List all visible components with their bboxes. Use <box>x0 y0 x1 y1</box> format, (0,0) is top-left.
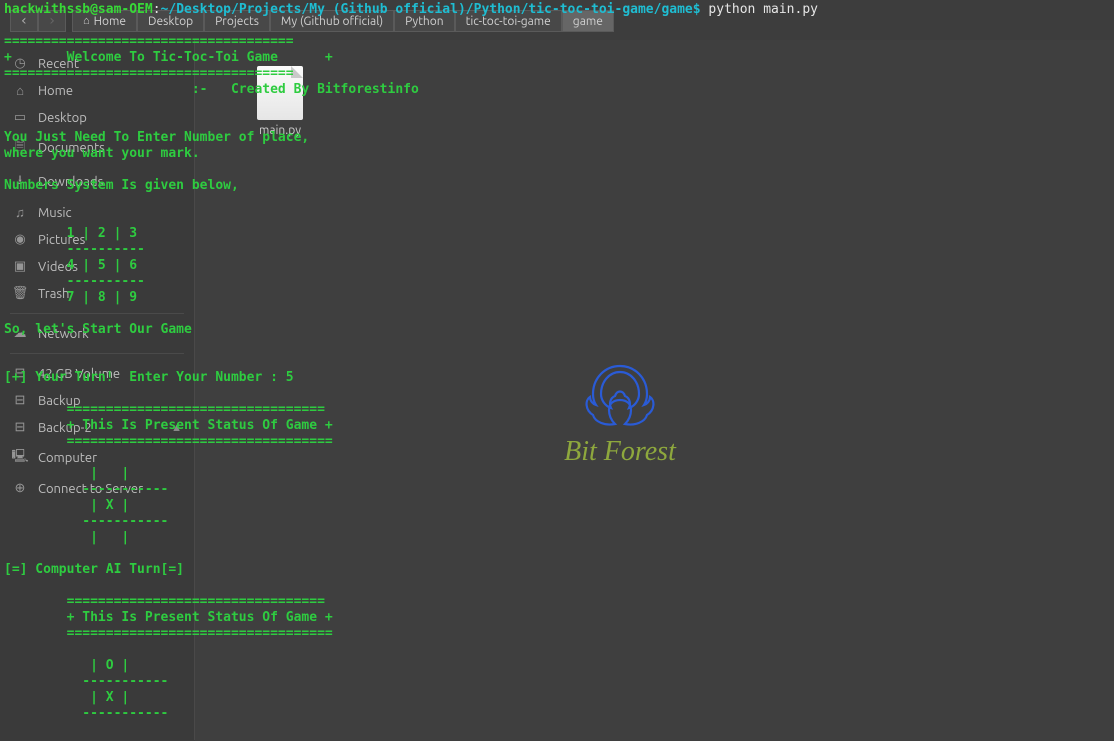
camera-icon: ◉ <box>12 232 28 247</box>
content-pane[interactable]: main.py <box>195 40 1114 741</box>
file-name: main.py <box>245 124 315 137</box>
sidebar-item-pictures[interactable]: ◉Pictures <box>0 226 194 253</box>
sidebar-item-recent[interactable]: ◷Recent <box>0 50 194 77</box>
video-icon: ▣ <box>12 259 28 274</box>
home-icon: ⌂ <box>83 15 90 27</box>
sidebar-item-music[interactable]: ♫Music <box>0 199 194 226</box>
sidebar-item-trash[interactable]: 🗑Trash <box>0 280 194 307</box>
sidebar-item-volume[interactable]: ⊟42 GB Volume <box>0 360 194 387</box>
sidebar-item-downloads[interactable]: ⭳Downloads <box>0 165 194 199</box>
breadcrumb-label: Home <box>94 15 126 28</box>
breadcrumb-item-active[interactable]: game <box>562 10 614 32</box>
breadcrumb-item[interactable]: Python <box>394 10 455 32</box>
breadcrumb-item[interactable]: Projects <box>204 10 270 32</box>
trash-icon: 🗑 <box>12 286 28 301</box>
separator <box>10 353 184 354</box>
sidebar-item-desktop[interactable]: ▭Desktop <box>0 104 194 131</box>
folder-icon: ▭ <box>12 110 28 125</box>
download-icon: ⭳ <box>12 171 28 193</box>
network-icon: ☁ <box>12 326 28 341</box>
network-icon: ⊕ <box>12 481 28 496</box>
sidebar-item-backup[interactable]: ⊟Backup <box>0 387 194 414</box>
disk-icon: ⊟ <box>12 420 28 435</box>
home-icon: ⌂ <box>12 83 28 98</box>
sidebar-item-computer[interactable]: 🖳Computer <box>0 441 194 475</box>
nav-back-button[interactable]: ‹ <box>10 10 38 32</box>
sidebar: ◷Recent ⌂Home ▭Desktop 🗎Documents ⭳Downl… <box>0 40 195 740</box>
sidebar-item-videos[interactable]: ▣Videos <box>0 253 194 280</box>
sidebar-item-network[interactable]: ☁Network <box>0 320 194 347</box>
disk-icon: ⊟ <box>12 366 28 381</box>
toolbar: ‹ › ⌂ Home Desktop Projects My (Github o… <box>10 10 614 32</box>
breadcrumb-item[interactable]: Desktop <box>137 10 204 32</box>
file-item[interactable]: main.py <box>245 66 315 137</box>
eject-icon[interactable]: ▲ <box>171 422 182 434</box>
separator <box>10 313 184 314</box>
file-manager-window: ‹ › ⌂ Home Desktop Projects My (Github o… <box>0 0 1114 741</box>
sidebar-item-documents[interactable]: 🗎Documents <box>0 131 194 165</box>
computer-icon: 🖳 <box>12 447 28 469</box>
breadcrumb-item[interactable]: My (Github official) <box>270 10 394 32</box>
music-icon: ♫ <box>12 205 28 220</box>
nav-forward-button[interactable]: › <box>38 10 66 32</box>
sidebar-item-home[interactable]: ⌂Home <box>0 77 194 104</box>
sidebar-item-connect[interactable]: ⊕Connect to Server <box>0 475 194 502</box>
python-file-icon <box>257 66 303 120</box>
clock-icon: ◷ <box>12 56 28 71</box>
breadcrumb-home[interactable]: ⌂ Home <box>72 10 137 32</box>
disk-icon: ⊟ <box>12 393 28 408</box>
sidebar-item-backup2[interactable]: ⊟Backup-2▲ <box>0 414 194 441</box>
breadcrumb: ⌂ Home Desktop Projects My (Github offic… <box>72 10 614 32</box>
document-icon: 🗎 <box>12 137 28 159</box>
breadcrumb-item[interactable]: tic-toc-toi-game <box>455 10 562 32</box>
